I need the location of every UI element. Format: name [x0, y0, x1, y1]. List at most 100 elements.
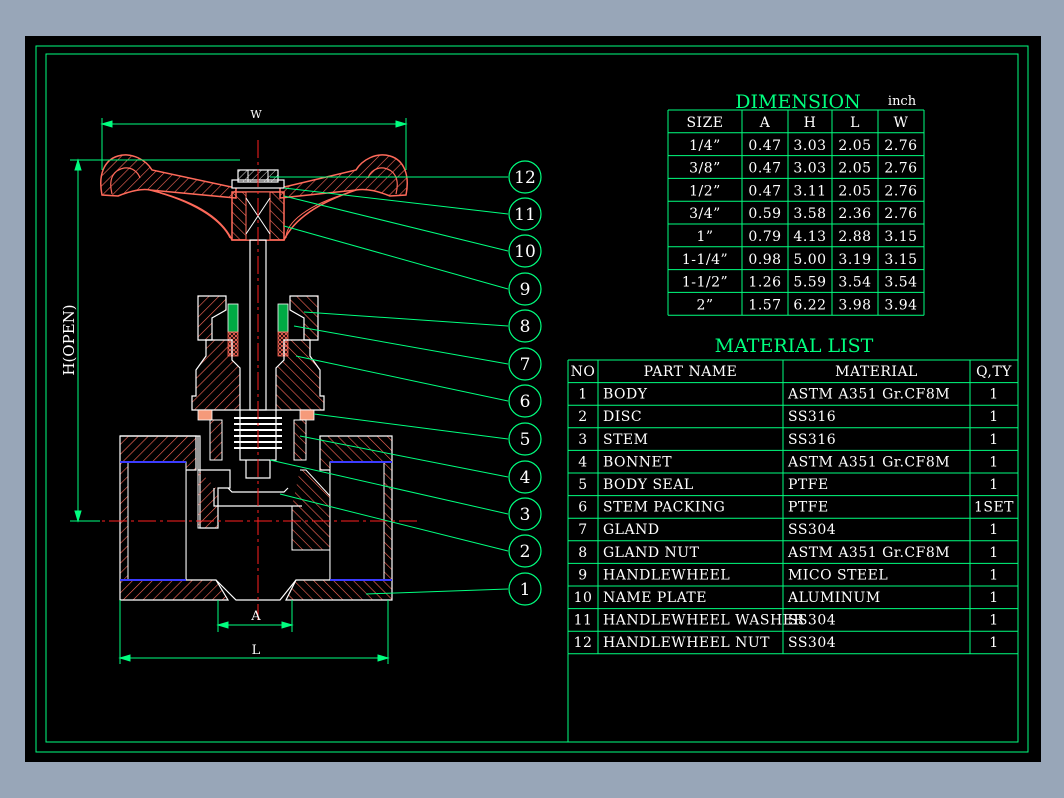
handlewheel: [100, 154, 408, 241]
dimension-cell: 1/2”: [689, 183, 721, 199]
dimension-cell: 4.13: [793, 229, 826, 245]
dimension-header-cell: SIZE: [686, 115, 723, 131]
material-cell: NAME PLATE: [603, 590, 707, 606]
dimension-cell: 3/8”: [689, 161, 721, 177]
balloon-number: 10: [514, 242, 536, 262]
dimension-cell: 3.11: [793, 183, 826, 199]
material-cell: 2: [578, 409, 587, 425]
dimension-cell: 2.36: [838, 206, 871, 222]
material-cell: 1: [989, 567, 998, 583]
cad-viewport[interactable]: W H(OPEN) A L 12 11 10 9 8 7 6 5 4 3 2 1 DIMENSION …: [25, 36, 1041, 762]
material-cell: STEM: [603, 432, 648, 448]
dimension-cell: 1-1/2”: [682, 275, 728, 291]
dimension-cell: 2.05: [838, 183, 871, 199]
material-list-table: NO PART NAME MATERIAL Q,TY 1 BODY ASTM A351 Gr…: [567, 359, 1019, 742]
dimension-cell: 3.15: [884, 229, 917, 245]
part-balloon: 2: [508, 534, 542, 568]
dimension-header-cell: L: [850, 115, 860, 131]
dimension-header-cell: H: [804, 115, 817, 131]
material-cell: 5: [578, 477, 587, 493]
part-balloon: 6: [508, 384, 542, 418]
material-cell: 3: [578, 432, 587, 448]
balloon-number: 12: [514, 168, 536, 188]
dim-a-label: A: [250, 609, 261, 624]
material-cell: SS304: [788, 522, 836, 538]
material-cell: BODY SEAL: [603, 477, 694, 493]
balloon-number: 11: [514, 205, 536, 225]
dimension-cell: 3.03: [793, 138, 826, 154]
material-cell: SS304: [788, 635, 836, 651]
dimension-unit: inch: [888, 94, 917, 109]
material-cell: 7: [578, 522, 587, 538]
dimension-cell: 2.76: [884, 206, 917, 222]
balloon-number: 8: [520, 317, 531, 337]
material-cell: HANDLEWHEEL: [603, 567, 730, 583]
material-cell: SS316: [788, 432, 836, 448]
dimension-header-cell: A: [759, 115, 771, 131]
dimension-cell: 1/4”: [689, 138, 721, 154]
balloon-number: 2: [520, 542, 531, 562]
dimension-cell: 1.26: [748, 275, 781, 291]
dimension-cell: 0.47: [748, 138, 781, 154]
dimension-cell: 5.59: [793, 275, 826, 291]
dimension-cell: 6.22: [793, 297, 826, 313]
dimension-cell: 2”: [696, 297, 713, 313]
material-cell: 4: [578, 454, 587, 470]
dimension-cell: 0.47: [748, 183, 781, 199]
part-balloon: 7: [508, 347, 542, 381]
dimension-cell: 3.98: [838, 297, 871, 313]
material-cell: ASTM A351 Gr.CF8M: [787, 545, 950, 561]
material-cell: ALUMINUM: [787, 590, 881, 606]
dimension-table: SIZE A H L W 1/4” 0.47 3.03 2.05 2.76 3/8” 0.47 3.03…: [667, 109, 925, 316]
dimension-cell: 3.54: [884, 275, 917, 291]
material-cell: GLAND NUT: [603, 545, 700, 561]
dimension-cell: 3.54: [838, 275, 871, 291]
dimension-cell: 2.76: [884, 183, 917, 199]
balloon-number: 4: [520, 468, 531, 488]
part-balloon: 1: [508, 572, 542, 606]
material-cell: GLAND: [603, 522, 660, 538]
material-header-cell: NO: [571, 364, 596, 380]
material-cell: 1: [989, 409, 998, 425]
material-cell: 9: [578, 567, 587, 583]
material-cell: SS304: [788, 613, 836, 629]
valve-section-view: W H(OPEN) A L: [60, 108, 509, 664]
part-balloon: 11: [508, 197, 542, 231]
material-cell: HANDLEWHEEL WASHER: [603, 613, 804, 629]
dimension-cell: 0.59: [748, 206, 781, 222]
dimension-cell: 0.47: [748, 161, 781, 177]
part-balloon: 3: [508, 497, 542, 531]
dim-h-label: H(OPEN): [60, 304, 78, 375]
material-cell: 1: [578, 387, 587, 403]
material-cell: PTFE: [788, 477, 829, 493]
material-cell: HANDLEWHEEL NUT: [603, 635, 770, 651]
part-balloon: 9: [508, 272, 542, 306]
material-header-cell: PART NAME: [644, 364, 738, 380]
material-cell: 1: [989, 477, 998, 493]
material-header-cell: MATERIAL: [835, 364, 918, 380]
dimension-cell: 1.57: [748, 297, 781, 313]
material-cell: 8: [578, 545, 587, 561]
balloon-number: 3: [520, 505, 531, 525]
material-cell: 10: [574, 590, 593, 606]
material-cell: 6: [578, 500, 587, 516]
dimension-cell: 3/4”: [689, 206, 721, 222]
material-cell: 1: [989, 590, 998, 606]
part-balloon: 5: [508, 422, 542, 456]
material-cell: 1: [989, 387, 998, 403]
material-cell: 11: [574, 613, 593, 629]
part-balloons: 12 11 10 9 8 7 6 5 4 3 2 1: [508, 160, 542, 606]
dimension-cell: 2.05: [838, 161, 871, 177]
dimension-header-cell: W: [894, 115, 909, 131]
material-cell: 1: [989, 432, 998, 448]
dim-w-label: W: [250, 108, 262, 121]
balloon-number: 9: [520, 280, 531, 300]
balloon-number: 1: [520, 580, 531, 600]
dimension-cell: 2.88: [838, 229, 871, 245]
material-cell: DISC: [603, 409, 642, 425]
part-balloon: 12: [508, 160, 542, 194]
material-cell: 1: [989, 454, 998, 470]
dimension-cell: 3.19: [838, 252, 871, 268]
balloon-number: 6: [520, 392, 531, 412]
dimension-cell: 2.76: [884, 138, 917, 154]
